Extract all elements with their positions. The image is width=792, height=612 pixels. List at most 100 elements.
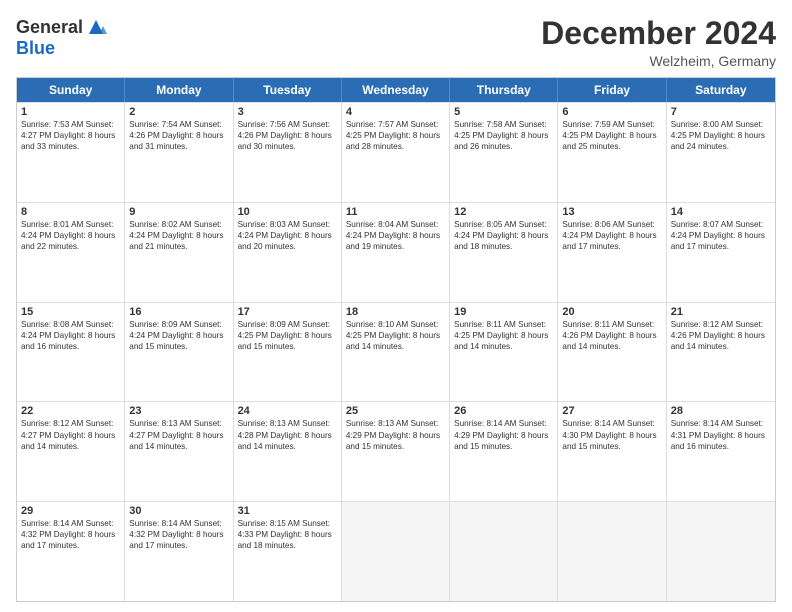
- cell-info: Sunrise: 8:11 AM Sunset: 4:25 PM Dayligh…: [454, 319, 553, 352]
- cell-info: Sunrise: 8:11 AM Sunset: 4:26 PM Dayligh…: [562, 319, 661, 352]
- day-number: 17: [238, 306, 337, 318]
- day-number: 22: [21, 405, 120, 417]
- day-number: 25: [346, 405, 445, 417]
- calendar-cell: [450, 502, 558, 601]
- calendar-row: 1Sunrise: 7:53 AM Sunset: 4:27 PM Daylig…: [17, 102, 775, 202]
- calendar-cell: 7Sunrise: 8:00 AM Sunset: 4:25 PM Daylig…: [667, 103, 775, 202]
- cell-info: Sunrise: 8:14 AM Sunset: 4:31 PM Dayligh…: [671, 418, 771, 451]
- calendar-cell: 27Sunrise: 8:14 AM Sunset: 4:30 PM Dayli…: [558, 402, 666, 501]
- header-saturday: Saturday: [667, 78, 775, 102]
- header-wednesday: Wednesday: [342, 78, 450, 102]
- logo-icon: [85, 16, 107, 38]
- calendar-cell: 10Sunrise: 8:03 AM Sunset: 4:24 PM Dayli…: [234, 203, 342, 302]
- calendar-header: Sunday Monday Tuesday Wednesday Thursday…: [17, 78, 775, 102]
- day-number: 14: [671, 206, 771, 218]
- header: General Blue December 2024 Welzheim, Ger…: [16, 16, 776, 69]
- day-number: 23: [129, 405, 228, 417]
- cell-info: Sunrise: 8:15 AM Sunset: 4:33 PM Dayligh…: [238, 518, 337, 551]
- calendar-cell: [342, 502, 450, 601]
- calendar-row: 22Sunrise: 8:12 AM Sunset: 4:27 PM Dayli…: [17, 401, 775, 501]
- day-number: 16: [129, 306, 228, 318]
- cell-info: Sunrise: 8:14 AM Sunset: 4:30 PM Dayligh…: [562, 418, 661, 451]
- day-number: 13: [562, 206, 661, 218]
- cell-info: Sunrise: 8:06 AM Sunset: 4:24 PM Dayligh…: [562, 219, 661, 252]
- day-number: 26: [454, 405, 553, 417]
- day-number: 5: [454, 106, 553, 118]
- calendar-cell: 30Sunrise: 8:14 AM Sunset: 4:32 PM Dayli…: [125, 502, 233, 601]
- calendar-cell: 12Sunrise: 8:05 AM Sunset: 4:24 PM Dayli…: [450, 203, 558, 302]
- calendar-cell: 26Sunrise: 8:14 AM Sunset: 4:29 PM Dayli…: [450, 402, 558, 501]
- day-number: 9: [129, 206, 228, 218]
- cell-info: Sunrise: 8:14 AM Sunset: 4:32 PM Dayligh…: [21, 518, 120, 551]
- calendar-cell: 31Sunrise: 8:15 AM Sunset: 4:33 PM Dayli…: [234, 502, 342, 601]
- cell-info: Sunrise: 8:14 AM Sunset: 4:32 PM Dayligh…: [129, 518, 228, 551]
- day-number: 31: [238, 505, 337, 517]
- cell-info: Sunrise: 7:53 AM Sunset: 4:27 PM Dayligh…: [21, 119, 120, 152]
- calendar-cell: 8Sunrise: 8:01 AM Sunset: 4:24 PM Daylig…: [17, 203, 125, 302]
- logo: General Blue: [16, 16, 107, 59]
- calendar-cell: 18Sunrise: 8:10 AM Sunset: 4:25 PM Dayli…: [342, 303, 450, 402]
- calendar-cell: [558, 502, 666, 601]
- cell-info: Sunrise: 8:09 AM Sunset: 4:24 PM Dayligh…: [129, 319, 228, 352]
- day-number: 27: [562, 405, 661, 417]
- month-title: December 2024: [541, 16, 776, 51]
- calendar-cell: 6Sunrise: 7:59 AM Sunset: 4:25 PM Daylig…: [558, 103, 666, 202]
- header-thursday: Thursday: [450, 78, 558, 102]
- cell-info: Sunrise: 8:00 AM Sunset: 4:25 PM Dayligh…: [671, 119, 771, 152]
- day-number: 19: [454, 306, 553, 318]
- day-number: 24: [238, 405, 337, 417]
- calendar-cell: 25Sunrise: 8:13 AM Sunset: 4:29 PM Dayli…: [342, 402, 450, 501]
- calendar-cell: 20Sunrise: 8:11 AM Sunset: 4:26 PM Dayli…: [558, 303, 666, 402]
- header-sunday: Sunday: [17, 78, 125, 102]
- cell-info: Sunrise: 8:05 AM Sunset: 4:24 PM Dayligh…: [454, 219, 553, 252]
- cell-info: Sunrise: 8:04 AM Sunset: 4:24 PM Dayligh…: [346, 219, 445, 252]
- header-tuesday: Tuesday: [234, 78, 342, 102]
- day-number: 8: [21, 206, 120, 218]
- logo-text: General: [16, 16, 107, 38]
- cell-info: Sunrise: 8:10 AM Sunset: 4:25 PM Dayligh…: [346, 319, 445, 352]
- day-number: 6: [562, 106, 661, 118]
- calendar-cell: 23Sunrise: 8:13 AM Sunset: 4:27 PM Dayli…: [125, 402, 233, 501]
- calendar-cell: 1Sunrise: 7:53 AM Sunset: 4:27 PM Daylig…: [17, 103, 125, 202]
- day-number: 29: [21, 505, 120, 517]
- calendar-cell: 21Sunrise: 8:12 AM Sunset: 4:26 PM Dayli…: [667, 303, 775, 402]
- day-number: 18: [346, 306, 445, 318]
- calendar-cell: 14Sunrise: 8:07 AM Sunset: 4:24 PM Dayli…: [667, 203, 775, 302]
- cell-info: Sunrise: 8:07 AM Sunset: 4:24 PM Dayligh…: [671, 219, 771, 252]
- calendar-cell: 13Sunrise: 8:06 AM Sunset: 4:24 PM Dayli…: [558, 203, 666, 302]
- cell-info: Sunrise: 8:01 AM Sunset: 4:24 PM Dayligh…: [21, 219, 120, 252]
- calendar-cell: 4Sunrise: 7:57 AM Sunset: 4:25 PM Daylig…: [342, 103, 450, 202]
- day-number: 1: [21, 106, 120, 118]
- day-number: 2: [129, 106, 228, 118]
- day-number: 21: [671, 306, 771, 318]
- cell-info: Sunrise: 7:54 AM Sunset: 4:26 PM Dayligh…: [129, 119, 228, 152]
- calendar-cell: 16Sunrise: 8:09 AM Sunset: 4:24 PM Dayli…: [125, 303, 233, 402]
- calendar: Sunday Monday Tuesday Wednesday Thursday…: [16, 77, 776, 602]
- calendar-cell: 29Sunrise: 8:14 AM Sunset: 4:32 PM Dayli…: [17, 502, 125, 601]
- calendar-cell: 17Sunrise: 8:09 AM Sunset: 4:25 PM Dayli…: [234, 303, 342, 402]
- day-number: 20: [562, 306, 661, 318]
- cell-info: Sunrise: 8:12 AM Sunset: 4:26 PM Dayligh…: [671, 319, 771, 352]
- calendar-row: 8Sunrise: 8:01 AM Sunset: 4:24 PM Daylig…: [17, 202, 775, 302]
- day-number: 7: [671, 106, 771, 118]
- cell-info: Sunrise: 8:13 AM Sunset: 4:27 PM Dayligh…: [129, 418, 228, 451]
- calendar-row: 29Sunrise: 8:14 AM Sunset: 4:32 PM Dayli…: [17, 501, 775, 601]
- cell-info: Sunrise: 8:14 AM Sunset: 4:29 PM Dayligh…: [454, 418, 553, 451]
- cell-info: Sunrise: 8:13 AM Sunset: 4:28 PM Dayligh…: [238, 418, 337, 451]
- day-number: 12: [454, 206, 553, 218]
- calendar-cell: 11Sunrise: 8:04 AM Sunset: 4:24 PM Dayli…: [342, 203, 450, 302]
- cell-info: Sunrise: 8:08 AM Sunset: 4:24 PM Dayligh…: [21, 319, 120, 352]
- location-subtitle: Welzheim, Germany: [541, 53, 776, 69]
- cell-info: Sunrise: 7:57 AM Sunset: 4:25 PM Dayligh…: [346, 119, 445, 152]
- header-monday: Monday: [125, 78, 233, 102]
- cell-info: Sunrise: 8:03 AM Sunset: 4:24 PM Dayligh…: [238, 219, 337, 252]
- calendar-cell: 22Sunrise: 8:12 AM Sunset: 4:27 PM Dayli…: [17, 402, 125, 501]
- calendar-body: 1Sunrise: 7:53 AM Sunset: 4:27 PM Daylig…: [17, 102, 775, 601]
- header-friday: Friday: [558, 78, 666, 102]
- cell-info: Sunrise: 7:56 AM Sunset: 4:26 PM Dayligh…: [238, 119, 337, 152]
- cell-info: Sunrise: 7:58 AM Sunset: 4:25 PM Dayligh…: [454, 119, 553, 152]
- cell-info: Sunrise: 8:13 AM Sunset: 4:29 PM Dayligh…: [346, 418, 445, 451]
- calendar-cell: 2Sunrise: 7:54 AM Sunset: 4:26 PM Daylig…: [125, 103, 233, 202]
- day-number: 4: [346, 106, 445, 118]
- calendar-row: 15Sunrise: 8:08 AM Sunset: 4:24 PM Dayli…: [17, 302, 775, 402]
